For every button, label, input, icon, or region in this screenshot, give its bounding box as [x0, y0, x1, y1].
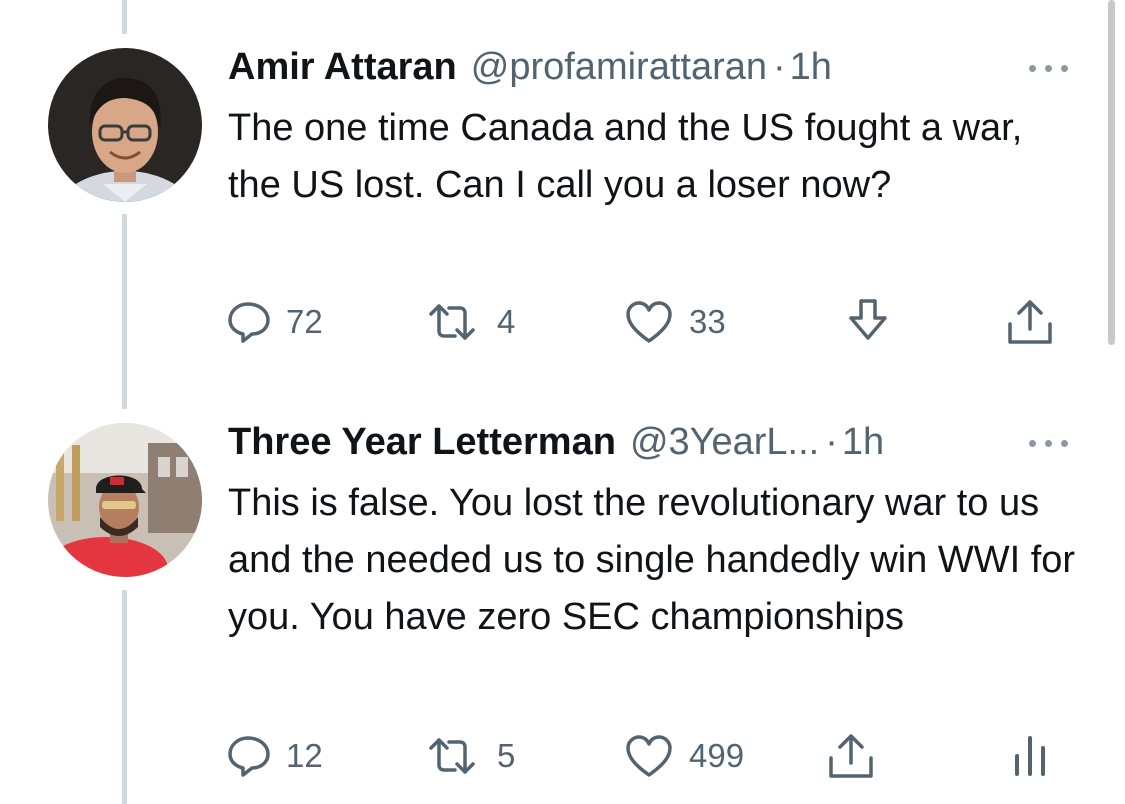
share-icon	[829, 734, 873, 778]
reply-button[interactable]: 12	[226, 735, 323, 777]
analytics-button[interactable]	[1012, 734, 1048, 778]
avatar[interactable]	[48, 48, 202, 202]
reply-icon	[228, 302, 270, 343]
download-icon	[849, 299, 887, 340]
reply-icon	[228, 736, 270, 777]
username[interactable]: @profamirattaran	[471, 46, 767, 89]
thread-line-bottom	[122, 590, 127, 804]
timestamp[interactable]: 1h	[790, 46, 832, 89]
separator-dot: ·	[773, 46, 786, 88]
retweet-button[interactable]: 4	[425, 301, 515, 343]
thread-line-top	[122, 0, 127, 34]
reply-count: 12	[286, 737, 323, 774]
analytics-icon	[1015, 736, 1045, 776]
reply-count: 72	[286, 303, 323, 340]
reply-button[interactable]: 72	[226, 301, 323, 343]
retweet-icon	[429, 738, 475, 774]
like-button[interactable]: 499	[625, 735, 744, 777]
more-options-icon[interactable]	[1027, 62, 1071, 74]
like-count: 33	[689, 303, 726, 340]
like-count: 499	[689, 737, 745, 774]
retweet-count: 5	[497, 737, 516, 774]
retweet-button[interactable]: 5	[425, 735, 515, 777]
avatar[interactable]	[48, 423, 202, 577]
like-button[interactable]: 33	[625, 301, 726, 343]
retweet-count: 4	[497, 303, 516, 340]
scrollbar[interactable]	[1108, 0, 1115, 345]
like-icon	[626, 301, 672, 343]
share-button[interactable]	[1005, 298, 1055, 346]
username[interactable]: @3YearL...	[630, 421, 819, 464]
separator-dot: ·	[825, 421, 838, 463]
timestamp[interactable]: 1h	[842, 421, 884, 464]
thread-line-middle	[122, 214, 127, 409]
retweet-icon	[429, 304, 475, 340]
display-name[interactable]: Amir Attaran	[228, 46, 457, 89]
tweet-text: This is false. You lost the revolutionar…	[228, 482, 1076, 638]
more-options-icon[interactable]	[1027, 437, 1071, 449]
tweet-header: Amir Attaran @profamirattaran · 1h	[228, 46, 832, 90]
display-name[interactable]: Three Year Letterman	[228, 421, 616, 464]
download-button[interactable]	[847, 298, 889, 344]
like-icon	[626, 735, 672, 777]
share-button[interactable]	[826, 732, 876, 780]
tweet-header: Three Year Letterman @3YearL... · 1h	[228, 421, 884, 465]
tweet-text: The one time Canada and the US fought a …	[228, 107, 1023, 206]
share-icon	[1008, 300, 1052, 344]
